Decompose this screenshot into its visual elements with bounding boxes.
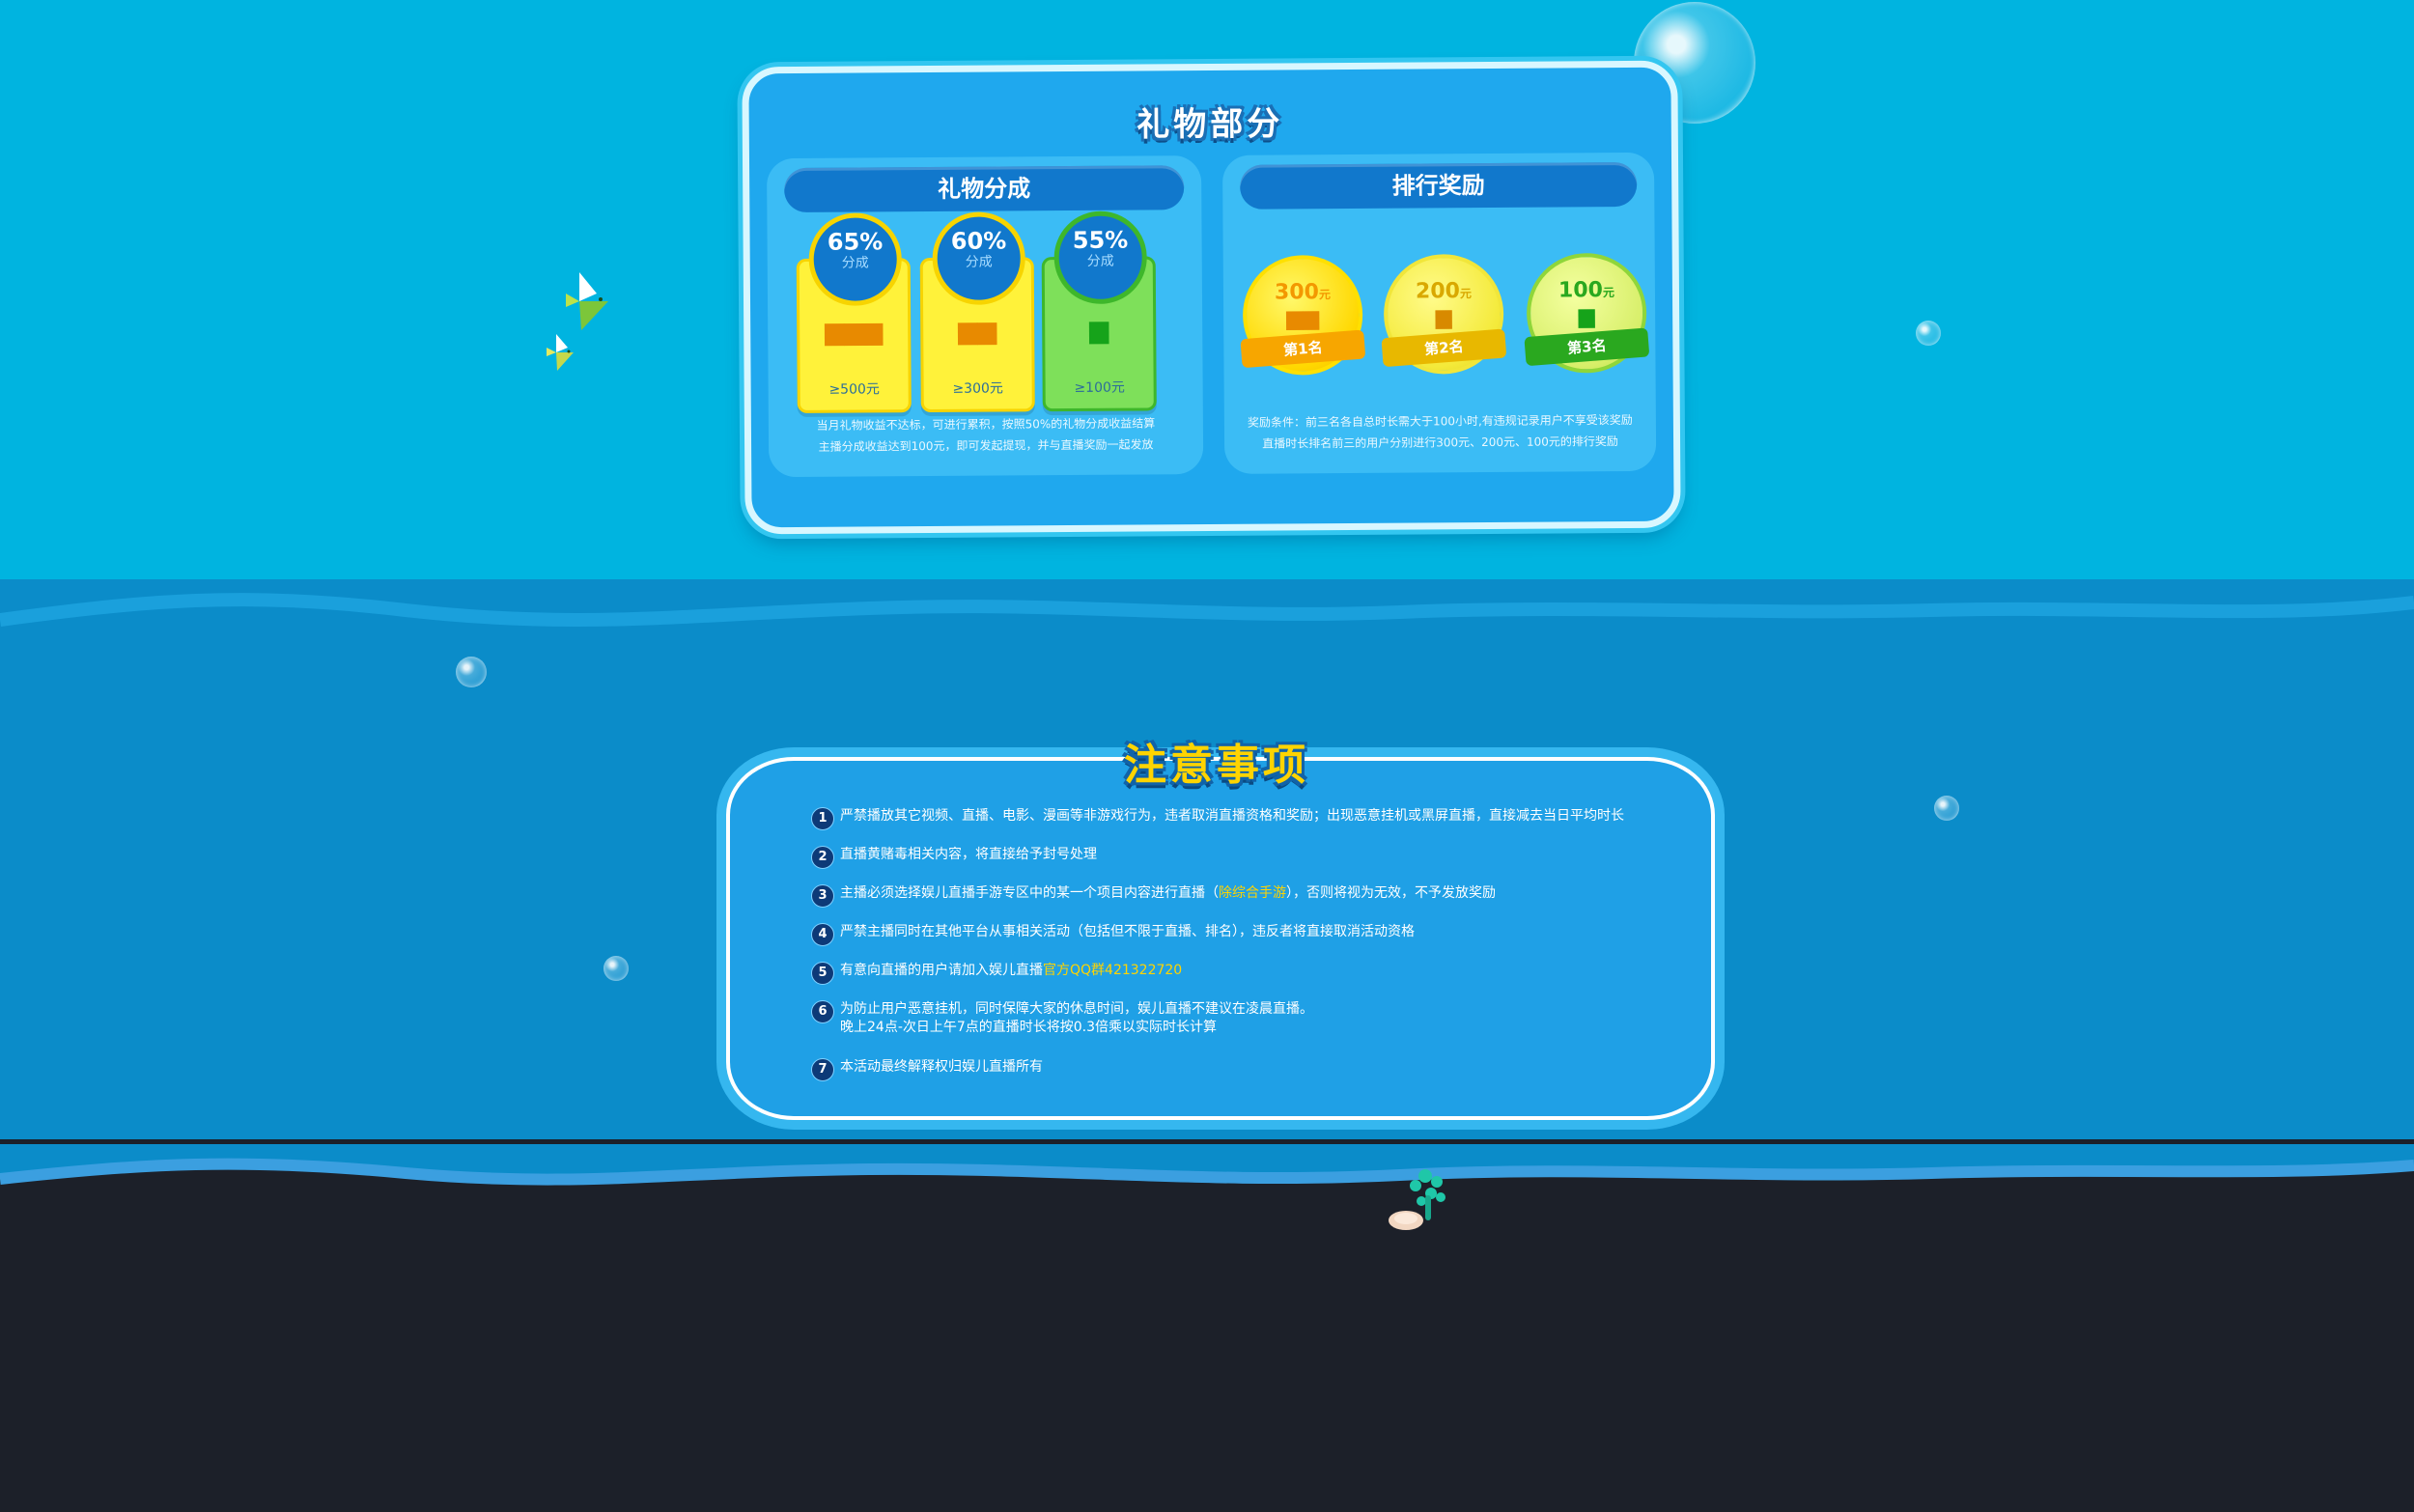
share-tier-card: 55% 分成 ▆ ≥100元 xyxy=(1041,210,1157,412)
rule-number: 7 xyxy=(811,1058,834,1081)
ranking-panel: 排行奖励 300元 ▆▆ 第1名 200元 ▆ 第2名 100元 ▆ 第3名 奖… xyxy=(1221,152,1657,474)
rule-item: 7 本活动最终解释权归娱儿直播所有 xyxy=(811,1058,1680,1081)
share-label: 分成 xyxy=(841,255,869,271)
prize-unit: 元 xyxy=(1318,288,1332,302)
gift-share-heading: 礼物分成 xyxy=(784,165,1185,213)
ranking-note-line: 直播时长排名前三的用户分别进行300元、200元、100元的排行奖励 xyxy=(1262,434,1618,451)
rank-ribbon: 第2名 xyxy=(1381,328,1507,368)
wave-top xyxy=(0,593,2414,668)
treasure-chest-icon: ▆ xyxy=(1435,305,1452,330)
share-percent-badge: 55% 分成 xyxy=(1053,210,1148,305)
share-tier-card: 60% 分成 ▆▆ ≥300元 xyxy=(919,211,1035,413)
gift-share-note: 当月礼物收益不达标，可进行累积，按照50%的礼物分成收益结算 主播分成收益达到1… xyxy=(788,412,1184,458)
bubble-icon xyxy=(456,657,487,687)
rule-number: 3 xyxy=(811,884,834,908)
rule-item: 1 严禁播放其它视频、直播、电影、漫画等非游戏行为，违者取消直播资格和奖励；出现… xyxy=(811,807,1680,830)
fish-icon xyxy=(566,272,608,330)
share-label: 分成 xyxy=(1086,253,1114,269)
rule-number: 2 xyxy=(811,846,834,869)
bubble-icon xyxy=(604,956,629,981)
rule-number: 1 xyxy=(811,807,834,830)
bubble-icon xyxy=(1934,796,1959,821)
shell-icon xyxy=(1389,1211,1423,1230)
rule-item: 2 直播黄赌毒相关内容，将直接给予封号处理 xyxy=(811,846,1680,869)
prize-unit: 元 xyxy=(1602,286,1614,300)
rule-text-continued: 晚上24点-次日上午7点的直播时长将按0.3倍乘以实际时长计算 xyxy=(840,1020,1218,1035)
rule-text-part: 有意向直播的用户请加入娱儿直播 xyxy=(840,963,1043,978)
ranking-note-line: 奖励条件：前三名各自总时长需大于100小时,有违规记录用户不享受该奖励 xyxy=(1247,412,1633,430)
share-percent-badge: 65% 分成 xyxy=(808,212,903,306)
treasure-chest-icon: ▆ xyxy=(1089,315,1109,345)
treasure-chest-icon: ▆▆ xyxy=(1286,306,1320,331)
rule-text: 为防止用户恶意挂机，同时保障大家的休息时间，娱儿直播不建议在凌晨直播。 xyxy=(840,1001,1313,1017)
share-threshold: ≥100元 xyxy=(1074,379,1125,396)
rule-text-part: 主播必须选择娱儿直播手游专区中的某一个项目内容进行直播（ xyxy=(840,885,1219,901)
rule-text: 严禁主播同时在其他平台从事相关活动（包括但不限于直播、排名），违反者将直接取消活… xyxy=(840,924,1415,939)
rule-highlight-qq: 官方QQ群421322720 xyxy=(1043,963,1183,978)
share-percent: 65% xyxy=(827,228,884,256)
rule-text: 主播必须选择娱儿直播手游专区中的某一个项目内容进行直播（除综合手游），否则将视为… xyxy=(840,884,1680,903)
rule-item: 3 主播必须选择娱儿直播手游专区中的某一个项目内容进行直播（除综合手游），否则将… xyxy=(811,884,1680,908)
prize-amount: 100 xyxy=(1558,278,1603,303)
prize-amount: 200 xyxy=(1415,279,1461,304)
rule-number: 6 xyxy=(811,1000,834,1023)
rule-item: 6 为防止用户恶意挂机，同时保障大家的休息时间，娱儿直播不建议在凌晨直播。 晚上… xyxy=(811,1000,1680,1037)
rank-ribbon: 第1名 xyxy=(1240,329,1366,369)
rule-text: 有意向直播的用户请加入娱儿直播官方QQ群421322720 xyxy=(840,962,1680,980)
prize-unit: 元 xyxy=(1459,287,1472,301)
ranking-note: 奖励条件：前三名各自总时长需大于100小时,有违规记录用户不享受该奖励 直播时长… xyxy=(1244,409,1637,455)
rule-number: 4 xyxy=(811,923,834,946)
rank-medal-2: 200元 ▆ 第2名 xyxy=(1381,253,1507,375)
wave-bottom xyxy=(0,1144,2414,1186)
gift-panel: 礼物部分 礼物分成 65% 分成 ▆▆▆ ≥500元 60% 分成 ▆▆ ≥30… xyxy=(742,60,1681,535)
rank-medal-1: 300元 ▆▆ 第1名 xyxy=(1240,254,1366,376)
rule-text: 严禁播放其它视频、直播、电影、漫画等非游戏行为，违者取消直播资格和奖励；出现恶意… xyxy=(840,808,1624,824)
prize-amount: 300 xyxy=(1274,280,1320,305)
ranking-heading: 排行奖励 xyxy=(1240,161,1638,210)
gift-share-note-line: 主播分成收益达到100元，即可发起提现，并与直播奖励一起发放 xyxy=(818,437,1154,454)
treasure-chest-icon: ▆ xyxy=(1578,304,1595,329)
treasure-chest-icon: ▆▆ xyxy=(958,316,997,346)
share-percent: 60% xyxy=(950,227,1007,255)
rule-text-part: ），否则将视为无效，不予发放奖励 xyxy=(1286,885,1496,901)
rule-number: 5 xyxy=(811,962,834,985)
share-threshold: ≥300元 xyxy=(952,380,1003,397)
share-tier-card: 65% 分成 ▆▆▆ ≥500元 xyxy=(796,212,912,413)
rule-text: 本活动最终解释权归娱儿直播所有 xyxy=(840,1059,1043,1075)
rule-item: 4 严禁主播同时在其他平台从事相关活动（包括但不限于直播、排名），违反者将直接取… xyxy=(811,923,1680,946)
share-percent: 55% xyxy=(1072,226,1129,255)
share-threshold: ≥500元 xyxy=(828,381,880,398)
gift-share-note-line: 当月礼物收益不达标，可进行累积，按照50%的礼物分成收益结算 xyxy=(816,416,1156,433)
rule-text: 直播黄赌毒相关内容，将直接给予封号处理 xyxy=(840,847,1097,862)
rank-medal-3: 100元 ▆ 第3名 xyxy=(1524,252,1650,374)
rule-highlight: 除综合手游 xyxy=(1219,885,1286,901)
rule-item: 5 有意向直播的用户请加入娱儿直播官方QQ群421322720 xyxy=(811,962,1680,985)
bubble-icon xyxy=(1916,321,1941,346)
fish-icon xyxy=(547,334,574,371)
share-label: 分成 xyxy=(965,254,993,270)
gift-section-title: 礼物部分 xyxy=(1137,104,1284,145)
share-percent-badge: 60% 分成 xyxy=(932,211,1026,306)
rank-ribbon: 第3名 xyxy=(1524,327,1650,367)
treasure-chest-icon: ▆▆▆ xyxy=(825,317,884,347)
gift-share-panel: 礼物分成 65% 分成 ▆▆▆ ≥500元 60% 分成 ▆▆ ≥300元 55… xyxy=(766,155,1204,478)
notice-section-title: 注意事项 xyxy=(1124,741,1309,790)
